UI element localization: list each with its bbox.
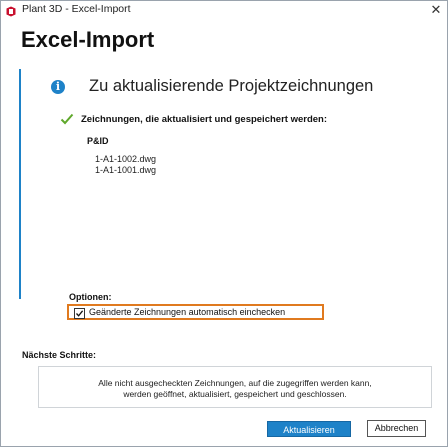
updated-drawings-label: Zeichnungen, die aktualisiert und gespei… — [81, 114, 327, 125]
list-item: 1-A1-1002.dwg — [95, 154, 157, 164]
info-icon: i — [51, 80, 65, 94]
title-bar: Plant 3D - Excel-Import ✕ — [1, 1, 447, 18]
dialog-window: Plant 3D - Excel-Import ✕ Excel-Import i… — [0, 0, 448, 447]
next-steps-text: Alle nicht ausgecheckten Zeichnungen, au… — [39, 378, 431, 400]
checkin-option-label: Geänderte Zeichnungen automatisch einche… — [89, 307, 286, 317]
cancel-button[interactable]: Abbrechen — [367, 420, 426, 437]
task-panel — [19, 69, 439, 299]
next-steps-box: Alle nicht ausgecheckten Zeichnungen, au… — [38, 366, 432, 408]
checkmark-icon — [60, 112, 74, 126]
plant3d-app-icon — [6, 4, 16, 17]
drawing-group-label: P&ID — [87, 136, 109, 146]
panel-accent-bar — [19, 69, 21, 299]
update-button[interactable]: Aktualisieren — [267, 421, 351, 437]
checkin-checkbox[interactable] — [74, 308, 85, 319]
section-title: Zu aktualisierende Projektzeichnungen — [89, 77, 374, 95]
dialog-heading: Excel-Import — [21, 27, 155, 52]
next-steps-line: Alle nicht ausgecheckten Zeichnungen, au… — [98, 378, 372, 388]
window-title: Plant 3D - Excel-Import — [22, 3, 131, 15]
list-item: 1-A1-1001.dwg — [95, 165, 157, 175]
options-label: Optionen: — [69, 292, 112, 302]
next-steps-label: Nächste Schritte: — [22, 350, 97, 360]
checkin-option[interactable]: Geänderte Zeichnungen automatisch einche… — [67, 304, 324, 320]
close-icon[interactable]: ✕ — [428, 2, 444, 17]
file-list: 1-A1-1002.dwg 1-A1-1001.dwg — [95, 154, 156, 176]
next-steps-line: werden geöffnet, aktualisiert, gespeiche… — [123, 389, 347, 399]
